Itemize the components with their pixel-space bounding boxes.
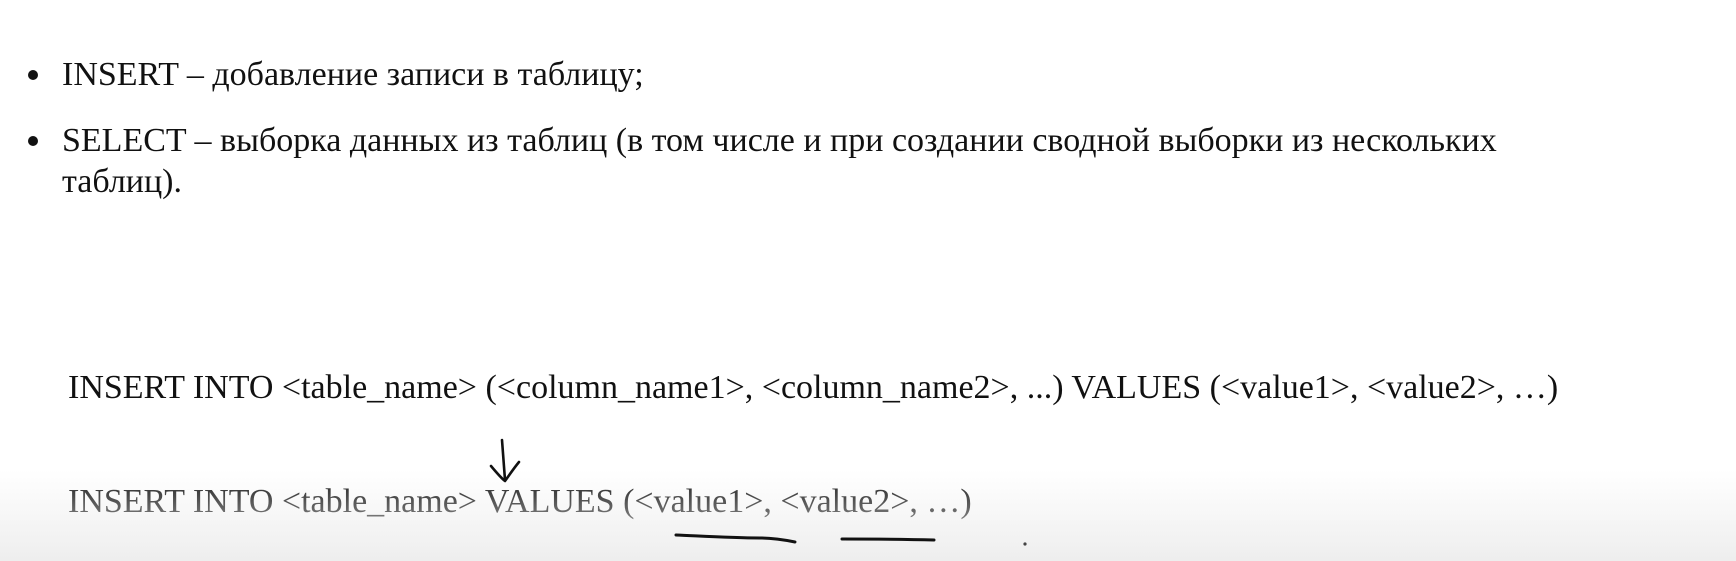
insert-syntax-short: INSERT INTO <table_name> VALUES (<value1… bbox=[68, 483, 972, 520]
underline-value2-icon bbox=[840, 537, 936, 542]
insert-syntax-full: INSERT INTO <table_name> (<column_name1>… bbox=[68, 369, 1559, 406]
bullet-text-line-2: таблиц). bbox=[62, 163, 182, 200]
bullet-dot-icon bbox=[28, 136, 38, 146]
bullet-dot-icon bbox=[28, 70, 38, 80]
underline-value1-icon bbox=[674, 533, 797, 544]
down-arrow-icon bbox=[489, 438, 521, 483]
bullet-text-line-1: SELECT – выборка данных из таблиц (в том… bbox=[62, 122, 1497, 159]
document-page: INSERT – добавление записи в таблицу; SE… bbox=[0, 0, 1736, 561]
dot-mark-icon bbox=[1023, 542, 1027, 546]
bullet-text: INSERT – добавление записи в таблицу; bbox=[62, 56, 644, 93]
